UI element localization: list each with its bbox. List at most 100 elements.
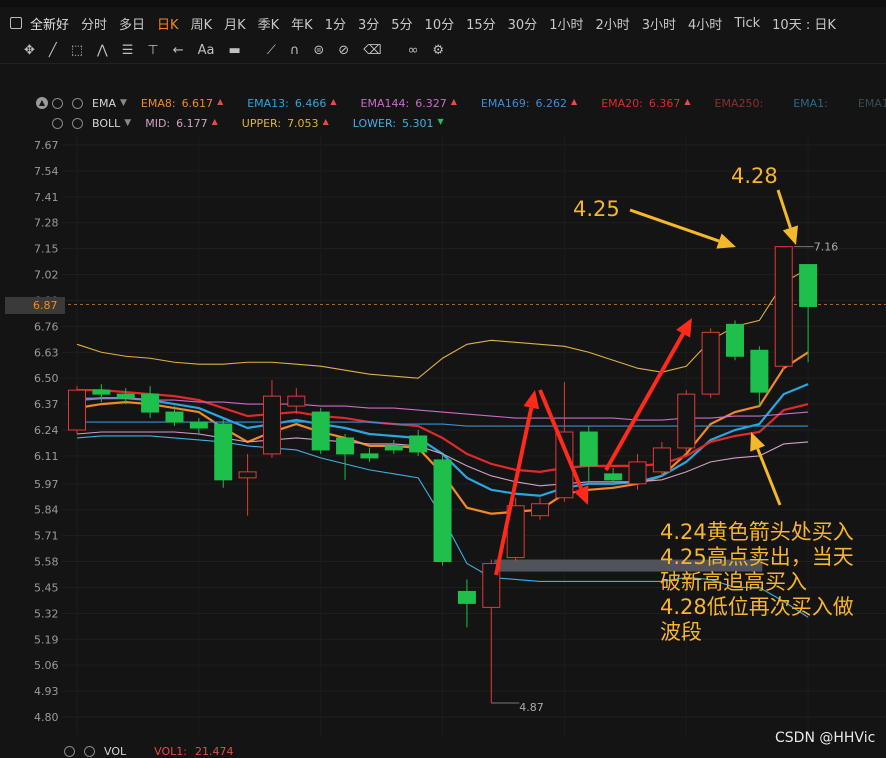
y-tick-label: 6.50 — [34, 372, 59, 385]
period-tab[interactable]: 4小时 — [688, 14, 722, 33]
ema-label: EMA250: — [714, 96, 764, 110]
period-tab[interactable]: 分时 — [81, 14, 107, 33]
candle-body — [360, 453, 379, 459]
boll-indicator-row: BOLL ▼ MID: 6.177 ▲ UPPER: 7.053 ▲ LOWER: 5.301… — [36, 114, 468, 132]
y-tick-label: 7.02 — [34, 269, 59, 282]
y-tick-label: 6.63 — [34, 346, 59, 359]
candle-body — [579, 431, 598, 467]
period-tab[interactable]: 30分 — [508, 14, 538, 33]
settings-icon[interactable] — [64, 746, 75, 757]
y-tick-label: 5.19 — [34, 633, 59, 646]
y-tick-label: 7.28 — [34, 217, 59, 230]
period-tab[interactable]: 月K — [224, 14, 246, 33]
note-line: 4.28低位再次买入做 — [660, 595, 854, 619]
candle-body — [165, 411, 184, 423]
candle-body — [384, 445, 403, 451]
crosshair-icon[interactable]: ✥ — [24, 43, 35, 58]
period-tab[interactable]: 年K — [291, 14, 313, 33]
period-tab[interactable]: 全新好 — [30, 14, 69, 33]
arrow-tool-icon[interactable]: ← — [173, 43, 184, 58]
ema-value: 6.466 — [294, 96, 327, 110]
boll-label: MID: — [145, 116, 171, 130]
candle-body — [311, 411, 330, 451]
annotation-note: 4.24黄色箭头处买入 4.25高点卖出，当天 破新高追高买入 4.28低位再次买入做… — [660, 520, 854, 645]
note-tool-icon[interactable]: ▬ — [228, 43, 240, 58]
wave-tool-icon[interactable]: ⋀ — [97, 43, 108, 58]
ema-indicator-row: EMA ▼ EMA8: 6.617 ▲ EMA13: 6.466 ▲ EMA144: 6.32… — [36, 94, 886, 112]
settings-icon[interactable] — [52, 117, 63, 129]
period-tab[interactable]: 多日 — [119, 14, 145, 33]
ema-label: EMA169: — [480, 96, 530, 110]
y-tick-label: 6.37 — [34, 398, 59, 411]
period-tab[interactable]: 3小时 — [642, 14, 676, 33]
period-tab[interactable]: 10分 — [425, 14, 455, 33]
chevron-down-icon[interactable]: ▼ — [120, 98, 127, 108]
yellow-arrow-425 — [629, 208, 736, 249]
y-tick-label: 4.93 — [34, 685, 59, 698]
close-icon[interactable] — [72, 117, 83, 129]
period-tab[interactable]: 15分 — [466, 14, 496, 33]
candle-body — [701, 331, 720, 395]
y-tick-label: 7.67 — [34, 139, 59, 152]
ema-label: EMA8: — [140, 96, 176, 110]
drawing-toolbar: ✥ ╱ ⬚ ⋀ ☰ ⊤ ← Aa ▬ ⟋ ∩ ⊜ ⊘ ⌫ ∞ ⚙ — [0, 37, 886, 64]
delete-icon[interactable]: ⌫ — [363, 43, 381, 58]
trend-up-icon: ▲ — [571, 96, 578, 106]
period-tab[interactable]: Tick — [734, 16, 760, 31]
period-bar: 全新好 分时 多日 日K 周K 月K 季K 年K 1分 3分 5分 10分 15分 30分 1小时 2小时 3小… — [0, 9, 886, 37]
vol-name[interactable]: VOL — [104, 745, 126, 758]
y-tick-label: 6.11 — [34, 450, 59, 463]
period-tab[interactable]: 1小时 — [549, 14, 583, 33]
yellow-arrow-428 — [776, 189, 799, 245]
period-tab[interactable]: 3分 — [358, 14, 379, 33]
close-icon[interactable] — [72, 97, 83, 109]
trend-down-icon: ▼ — [437, 116, 444, 126]
period-tab[interactable]: 季K — [258, 14, 280, 33]
period-tab[interactable]: 1分 — [325, 14, 346, 33]
settings-icon[interactable]: ⚙ — [432, 43, 444, 58]
note-line: 波段 — [660, 620, 702, 644]
boll-name[interactable]: BOLL — [92, 117, 120, 130]
ema-label: EMA20: — [601, 96, 643, 110]
period-tab[interactable]: 10天 : 日K — [772, 14, 836, 33]
boll-value: 5.301 — [401, 116, 434, 130]
magnet-icon[interactable]: ∩ — [290, 43, 300, 58]
line-tool-icon[interactable]: ╱ — [49, 43, 57, 58]
candlestick-chart[interactable]: 7.677.547.417.287.157.026.896.766.636.50… — [0, 135, 886, 735]
candle-body — [774, 246, 793, 367]
y-tick-label: 7.54 — [34, 165, 59, 178]
text-tool-icon[interactable]: Aa — [198, 43, 215, 58]
fib-tool-icon[interactable]: ☰ — [122, 43, 134, 58]
candle-body — [531, 503, 550, 517]
y-tick-label: 5.06 — [34, 659, 59, 672]
close-icon[interactable] — [84, 746, 95, 757]
candle-body — [262, 395, 281, 455]
layer-icon[interactable]: ⊜ — [313, 43, 324, 58]
ema-name[interactable]: EMA — [92, 97, 116, 110]
y-tick-label: 7.41 — [34, 191, 59, 204]
rect-tool-icon[interactable]: ⬚ — [71, 43, 83, 58]
chevron-down-icon[interactable]: ▼ — [124, 118, 131, 128]
ruler-icon[interactable]: ⟋ — [267, 43, 276, 58]
ema-label: EMA1: — [793, 96, 828, 110]
period-tab[interactable]: 周K — [191, 14, 213, 33]
candle-body — [652, 447, 671, 473]
hide-icon[interactable]: ⊘ — [338, 43, 349, 58]
boll-value: 6.177 — [176, 116, 208, 130]
candle-body — [336, 437, 355, 455]
period-tab[interactable]: 日K — [157, 14, 179, 33]
measure-tool-icon[interactable]: ⊤ — [147, 43, 158, 58]
sidebar-toggle-icon[interactable] — [10, 17, 22, 29]
yellow-arrow-buy — [750, 432, 782, 506]
candle-body — [287, 395, 306, 407]
period-tab[interactable]: 5分 — [391, 14, 412, 33]
candle-body — [116, 393, 135, 399]
settings-icon[interactable] — [52, 97, 63, 109]
candle-body — [141, 393, 160, 413]
boll-label: UPPER: — [241, 116, 282, 130]
candle-body — [604, 473, 623, 481]
link-icon[interactable]: ∞ — [408, 43, 419, 58]
period-tab[interactable]: 2小时 — [595, 14, 629, 33]
candle-body — [68, 389, 86, 431]
trend-up-icon: ▲ — [330, 96, 337, 106]
